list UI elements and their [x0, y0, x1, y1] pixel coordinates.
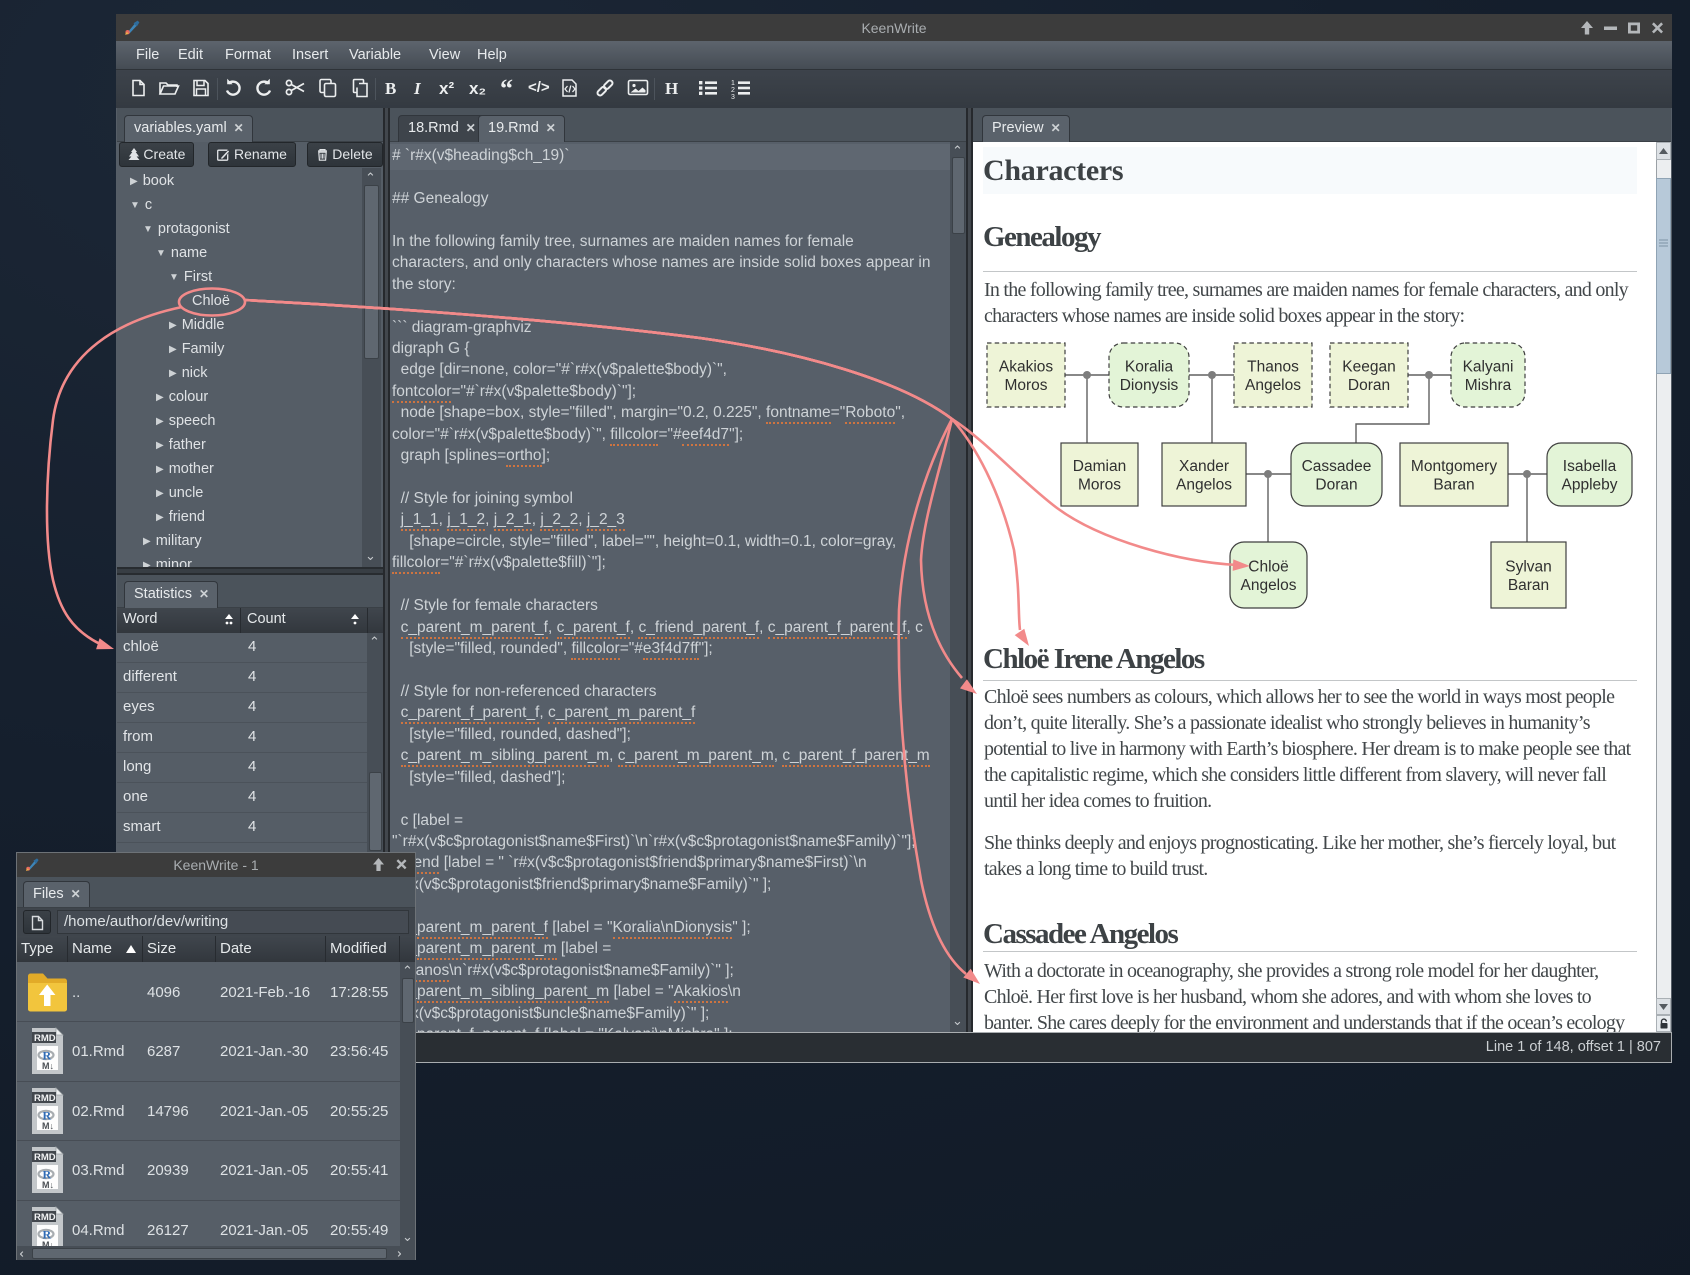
svg-text:Kalyani: Kalyani	[1463, 359, 1514, 376]
svg-text:Xander: Xander	[1179, 458, 1229, 475]
svg-text:M↓: M↓	[42, 1061, 54, 1071]
svg-text:3: 3	[731, 94, 735, 101]
svg-text:M↓: M↓	[42, 1180, 54, 1190]
svg-text:Keegan: Keegan	[1342, 359, 1395, 376]
svg-text:Baran: Baran	[1508, 577, 1549, 594]
svg-text:RMD: RMD	[34, 1093, 56, 1104]
svg-text:RMD: RMD	[34, 1212, 56, 1223]
svg-text:Damian: Damian	[1073, 458, 1126, 475]
svg-text:2: 2	[731, 87, 735, 94]
svg-text:Angelos: Angelos	[1245, 377, 1301, 394]
svg-text:Doran: Doran	[1348, 377, 1390, 394]
svg-text:Isabella: Isabella	[1563, 458, 1617, 475]
svg-text:Thanos: Thanos	[1247, 359, 1299, 376]
svg-text:1: 1	[731, 80, 735, 87]
svg-text:Angelos: Angelos	[1240, 577, 1296, 594]
svg-text:Sylvan: Sylvan	[1505, 559, 1552, 576]
svg-text:Montgomery: Montgomery	[1411, 458, 1497, 475]
svg-text:Dionysis: Dionysis	[1120, 377, 1179, 394]
svg-text:M↓: M↓	[42, 1121, 54, 1131]
svg-text:Moros: Moros	[1004, 377, 1047, 394]
svg-text:Baran: Baran	[1433, 477, 1474, 494]
svg-text:Angelos: Angelos	[1176, 477, 1232, 494]
svg-text:Appleby: Appleby	[1561, 477, 1617, 494]
svg-text:RMD: RMD	[34, 1033, 56, 1044]
svg-text:Chloë: Chloë	[1248, 559, 1289, 576]
svg-text:RMD: RMD	[34, 1152, 56, 1163]
svg-text:Koralia: Koralia	[1125, 359, 1174, 376]
svg-text:Cassadee: Cassadee	[1302, 458, 1372, 475]
svg-text:Moros: Moros	[1078, 477, 1121, 494]
svg-text:Mishra: Mishra	[1465, 377, 1512, 394]
svg-text:Akakios: Akakios	[999, 359, 1054, 376]
svg-text:Doran: Doran	[1315, 477, 1357, 494]
